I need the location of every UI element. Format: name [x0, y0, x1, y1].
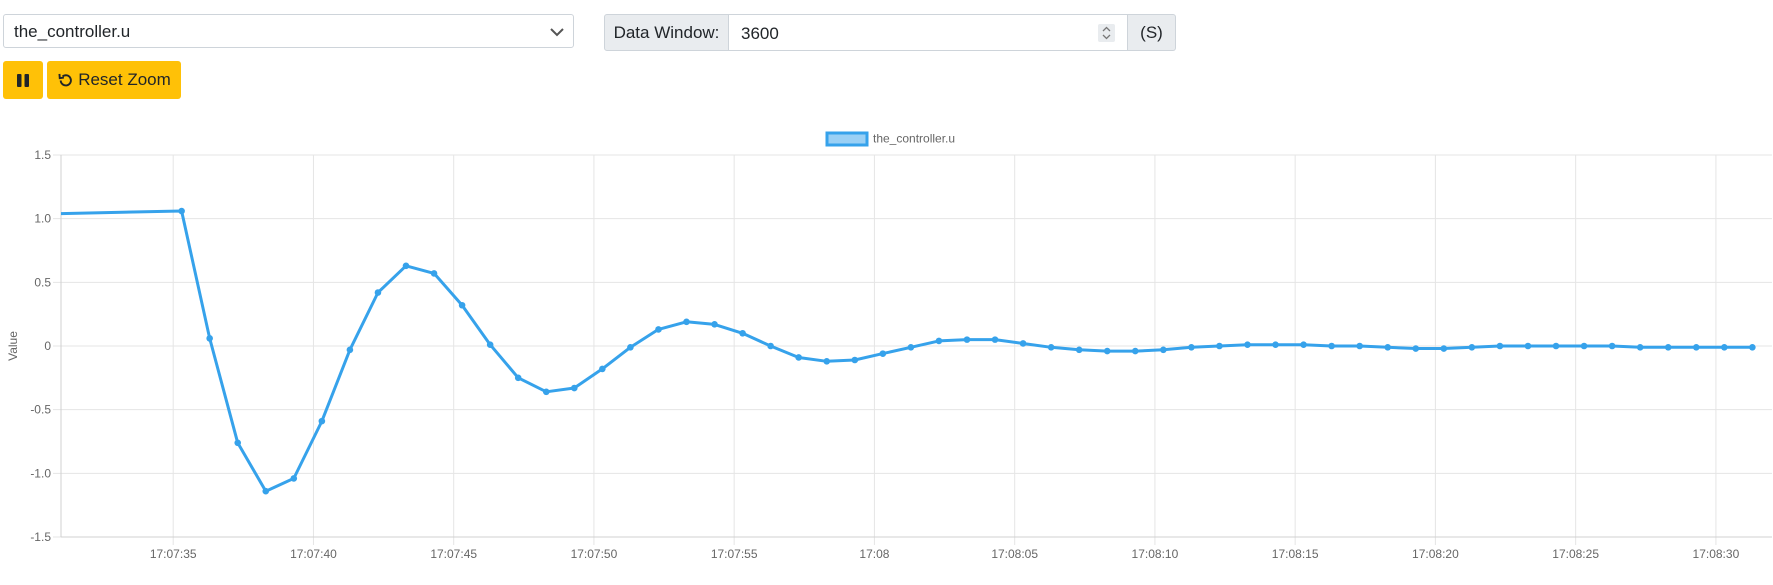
data-point [739, 329, 746, 337]
data-point [486, 341, 494, 349]
data-point [1131, 347, 1139, 355]
y-tick-label: -1.5 [30, 530, 51, 544]
data-point [374, 289, 382, 296]
x-tick-label: 17:08:30 [1693, 547, 1740, 561]
data-point [178, 207, 185, 215]
data-point [346, 346, 354, 354]
reset-zoom-label: Reset Zoom [78, 70, 171, 89]
data-point [318, 417, 326, 425]
data-point [991, 336, 999, 343]
x-tick-label: 17:07:50 [571, 547, 618, 561]
data-point [711, 321, 718, 328]
data-point [458, 301, 466, 309]
x-tick-label: 17:08:15 [1272, 547, 1319, 561]
x-tick-label: 17:08:20 [1412, 547, 1459, 561]
data-point [1160, 346, 1167, 354]
data-point [1721, 343, 1728, 351]
chevron-down-icon [550, 28, 564, 37]
data-point [542, 388, 550, 396]
x-tick-label: 17:08:25 [1552, 547, 1599, 561]
data-point [655, 326, 662, 333]
y-tick-label: 1.0 [34, 212, 51, 226]
data-point [627, 343, 634, 351]
y-tick-label: 1.5 [34, 148, 51, 162]
data-point [1244, 341, 1251, 349]
data-point [1580, 342, 1588, 350]
data-point [683, 318, 690, 326]
data-point [430, 270, 438, 277]
data-point [1524, 342, 1532, 350]
data-point [402, 262, 410, 270]
data-point [795, 354, 802, 361]
series-line [60, 209, 1753, 493]
data-point [514, 374, 522, 382]
data-point [823, 357, 831, 365]
data-point [1216, 342, 1223, 350]
data-point [1328, 342, 1335, 350]
signal-select-value: the_controller.u [14, 22, 131, 41]
data-window-input[interactable]: 3600 [729, 14, 1128, 51]
x-tick-label: 17:08:10 [1132, 547, 1179, 561]
signal-select[interactable]: the_controller.u [3, 14, 574, 48]
data-point [571, 384, 578, 392]
data-point [1749, 343, 1756, 351]
data-point [1019, 340, 1027, 347]
data-window-unit: (S) [1128, 14, 1176, 51]
data-point [1468, 343, 1476, 351]
data-point [879, 350, 887, 357]
data-point [1692, 343, 1700, 351]
data-point [1608, 342, 1616, 350]
legend-swatch [825, 131, 869, 147]
pause-icon [17, 73, 29, 87]
data-point [1440, 345, 1448, 352]
reset-icon [58, 73, 73, 86]
data-point [851, 356, 859, 364]
x-tick-label: 17:07:45 [430, 547, 477, 561]
data-point [1356, 342, 1363, 350]
x-tick-label: 17:08:05 [991, 547, 1038, 561]
data-point [1300, 341, 1307, 349]
line-chart[interactable]: 1.5 1.0 0.5 0 -0.5 -1.0 -1.5 17:07:35 17:07:40 17… [0, 120, 1773, 585]
data-point [1272, 341, 1279, 349]
y-tick-label: -1.0 [30, 466, 51, 480]
y-tick-label: -0.5 [30, 403, 51, 417]
data-point [1412, 345, 1420, 352]
reset-zoom-button[interactable]: Reset Zoom [47, 61, 181, 99]
data-point [599, 365, 606, 373]
data-window-value: 3600 [741, 24, 779, 43]
data-point [935, 337, 943, 345]
data-point [1636, 343, 1644, 351]
y-tick-label: 0 [44, 339, 51, 353]
data-point [1496, 342, 1504, 350]
data-point [1188, 343, 1195, 351]
x-tick-label: 17:07:40 [290, 547, 337, 561]
number-spinner-icon[interactable] [1098, 24, 1115, 42]
data-point [262, 487, 270, 495]
data-window-group: Data Window: 3600 (S) [604, 14, 1176, 51]
data-point [767, 342, 774, 350]
data-point [1384, 343, 1392, 351]
data-point [907, 343, 915, 351]
y-tick-label: 0.5 [34, 275, 51, 289]
data-point [1103, 347, 1111, 355]
legend-label: the_controller.u [873, 132, 955, 146]
data-point [1664, 343, 1672, 351]
x-tick-label: 17:07:55 [711, 547, 758, 561]
pause-button[interactable] [3, 61, 43, 99]
data-point [1075, 346, 1083, 354]
data-point [206, 335, 213, 342]
x-tick-label: 17:07:35 [150, 547, 197, 561]
data-point [290, 475, 298, 482]
data-point [963, 336, 971, 343]
data-window-label: Data Window: [604, 14, 729, 51]
x-tick-label: 17:08 [859, 547, 889, 561]
data-point [1047, 343, 1055, 351]
y-axis-label: Value [6, 331, 20, 361]
data-point [1552, 342, 1560, 350]
data-point [234, 439, 242, 447]
